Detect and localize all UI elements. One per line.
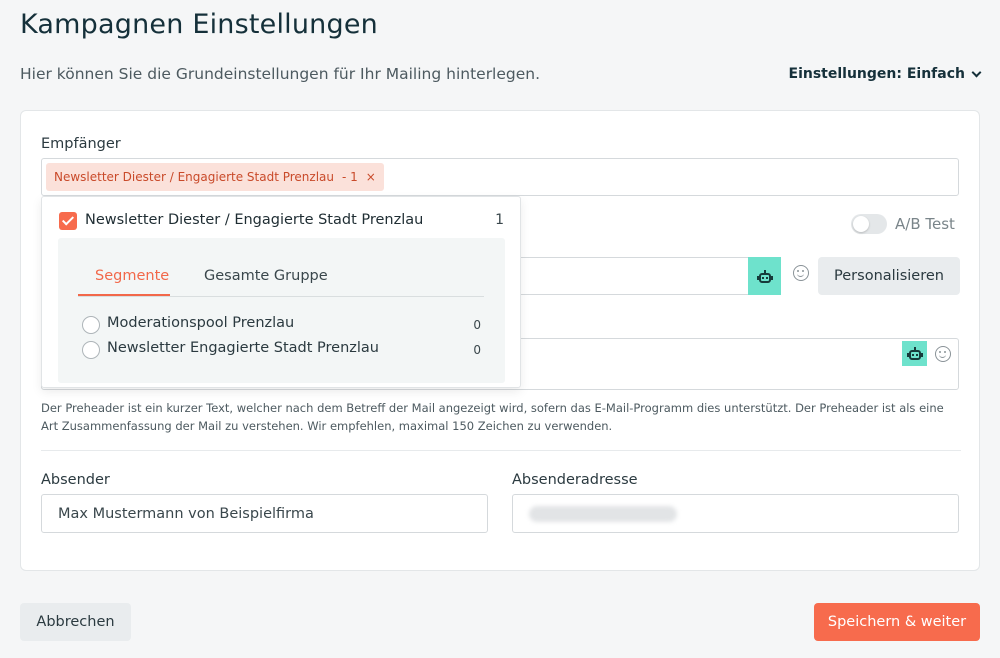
sender-address-label: Absenderadresse [512, 472, 638, 488]
section-divider [41, 450, 961, 451]
tab-gesamte-gruppe[interactable]: Gesamte Gruppe [204, 268, 328, 284]
ab-test-label: A/B Test [895, 215, 955, 233]
sender-input[interactable]: Max Mustermann von Beispielfirma [41, 494, 488, 533]
cancel-button[interactable]: Abbrechen [20, 603, 131, 641]
segment-panel: Segmente Gesamte Gruppe Moderationspool … [58, 238, 505, 383]
ab-test-toggle[interactable]: A/B Test [851, 214, 955, 234]
ai-assist-button[interactable] [748, 257, 781, 295]
personalize-button[interactable]: Personalisieren [818, 257, 960, 295]
blurred-email-value [529, 506, 677, 522]
tab-divider [78, 296, 484, 297]
preheader-ai-button[interactable] [902, 341, 927, 366]
radio-icon[interactable] [82, 316, 100, 334]
recipient-tag-text: Newsletter Diester / Engagierte Stadt Pr… [54, 170, 335, 184]
recipients-label: Empfänger [41, 136, 121, 152]
segment-label[interactable]: Newsletter Engagierte Stadt Prenzlau [107, 340, 379, 356]
group-count: 1 [495, 212, 504, 228]
preheader-help-text: Der Preheader ist ein kurzer Text, welch… [41, 401, 944, 433]
radio-icon[interactable] [82, 341, 100, 359]
recipient-tag-count: - 1 [342, 170, 358, 184]
emoji-icon[interactable] [793, 265, 809, 281]
group-title: Newsletter Diester / Engagierte Stadt Pr… [85, 212, 424, 228]
emoji-icon[interactable] [935, 346, 951, 362]
recipients-input[interactable]: Newsletter Diester / Engagierte Stadt Pr… [41, 158, 959, 196]
ab-test-switch[interactable] [851, 214, 887, 234]
recipient-tag: Newsletter Diester / Engagierte Stadt Pr… [46, 163, 384, 191]
robot-icon [906, 347, 923, 360]
checkbox-checked-icon[interactable] [59, 212, 77, 230]
sender-address-input[interactable] [512, 494, 959, 533]
recipient-dropdown: Newsletter Diester / Engagierte Stadt Pr… [41, 196, 521, 388]
sender-label: Absender [41, 472, 110, 488]
settings-mode-label: Einstellungen: Einfach [788, 66, 965, 82]
chevron-down-icon [971, 67, 982, 77]
segment-count: 0 [473, 318, 481, 332]
settings-mode-dropdown[interactable]: Einstellungen: Einfach [788, 66, 982, 82]
page-subtitle: Hier können Sie die Grundeinstellungen f… [20, 65, 541, 83]
robot-icon [756, 269, 773, 283]
segment-label[interactable]: Moderationspool Prenzlau [107, 315, 294, 331]
tab-segmente[interactable]: Segmente [95, 268, 169, 284]
page-title: Kampagnen Einstellungen [20, 9, 378, 40]
segment-count: 0 [473, 343, 481, 357]
sender-value: Max Mustermann von Beispielfirma [58, 506, 314, 522]
close-icon[interactable]: × [366, 170, 376, 184]
save-continue-button[interactable]: Speichern & weiter [814, 603, 980, 641]
